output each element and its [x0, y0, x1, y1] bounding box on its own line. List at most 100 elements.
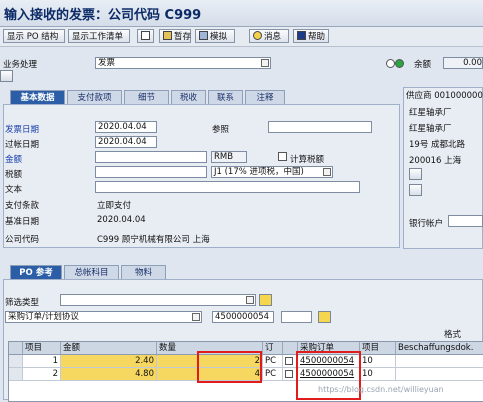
simulate-button[interactable]: 模拟 — [195, 29, 235, 43]
table-cell-item: 2 — [23, 368, 61, 381]
table-cell-amount[interactable]: 4.80 — [61, 368, 157, 381]
dropdown-icon — [323, 168, 331, 176]
payment-terms-label: 支付条款 — [5, 201, 40, 211]
bank-account-field[interactable] — [448, 215, 483, 227]
tab-po-reference-label: PO 参考 — [19, 268, 53, 278]
table-cell-po-item: 10 — [360, 355, 396, 368]
tab-contact-label: 联系 — [216, 93, 234, 103]
application-toolbar: 显示 PO 结构 显示工作清单 暂存 模拟 消息 帮助 — [0, 27, 483, 47]
tab-contact[interactable]: 联系 — [208, 90, 243, 104]
posting-date-field[interactable]: 2020.04.04 — [95, 136, 157, 148]
vendor-info-icon[interactable] — [409, 168, 422, 180]
title-bar: 输入接收的发票：公司代码 C999 — [0, 0, 483, 27]
tab-basic-data-label: 基本数据 — [20, 93, 55, 103]
tab-basic-data[interactable]: 基本数据 — [10, 90, 65, 104]
table-cell-po-item: 10 — [360, 368, 396, 381]
row-checkbox[interactable] — [285, 357, 293, 365]
layout-select[interactable] — [60, 294, 256, 306]
reference-type-value: 采购订单/计划协议 — [8, 312, 79, 322]
layout-label: 筛选类型 — [5, 298, 40, 308]
transaction-select[interactable]: 发票 — [95, 57, 271, 69]
balance-field: 0.00 — [443, 57, 483, 69]
messages-label: 消息 — [264, 32, 282, 42]
format-label: 格式 — [444, 330, 462, 340]
quantity-highlight — [197, 351, 262, 383]
row-selector[interactable] — [9, 355, 23, 368]
balance-label: 余额 — [414, 60, 432, 70]
park-button[interactable]: 暂存 — [159, 29, 191, 43]
calc-tax-label: 计算税额 — [290, 155, 325, 165]
tab-details-label: 细节 — [137, 93, 155, 103]
header-tabs: 基本数据 支付款项 细节 税收 联系 注释 — [10, 90, 400, 104]
messages-button[interactable]: 消息 — [249, 29, 289, 43]
structure-icon-button[interactable] — [137, 29, 154, 43]
col-procurement-doc-header[interactable]: Beschaffungsdok. — [396, 342, 483, 355]
po-execute-icon[interactable] — [318, 311, 331, 323]
po-number-field[interactable]: 4500000054 — [212, 311, 274, 323]
show-worklist-button[interactable]: 显示工作清单 — [68, 29, 130, 43]
baseline-date-label: 基准日期 — [5, 217, 40, 227]
company-code-label: 公司代码 — [5, 235, 40, 245]
status-light-icon — [386, 59, 395, 68]
transaction-value: 发票 — [98, 58, 116, 68]
vendor-print-icon[interactable] — [409, 184, 422, 196]
table-cell-item: 1 — [23, 355, 61, 368]
col-po-item-header[interactable]: 项目 — [360, 342, 396, 355]
tax-label: 税额 — [5, 170, 23, 180]
vendor-street: 19号 成都北路 — [409, 140, 466, 150]
vendor-city: 200016 上海 — [409, 156, 462, 166]
text-field[interactable] — [95, 181, 360, 193]
currency-field[interactable]: RMB — [211, 151, 247, 163]
tax-amount-field[interactable] — [95, 166, 207, 178]
simulate-label: 模拟 — [210, 32, 228, 42]
tab-material-label: 物料 — [134, 268, 152, 278]
amount-field[interactable] — [95, 151, 207, 163]
tab-po-reference[interactable]: PO 参考 — [10, 265, 62, 279]
tab-notes[interactable]: 注释 — [245, 90, 285, 104]
messages-icon — [253, 31, 262, 40]
bank-account-label: 银行帐户 — [409, 219, 444, 229]
col-amount-header[interactable]: 金额 — [61, 342, 157, 355]
tab-tax[interactable]: 税收 — [171, 90, 206, 104]
reference-type-select[interactable]: 采购订单/计划协议 — [5, 311, 202, 323]
layout-execute-icon[interactable] — [259, 294, 272, 306]
status-green-icon — [395, 59, 404, 68]
park-icon — [163, 31, 172, 40]
tax-code-value: J1 (17% 进项税，中国) — [214, 167, 304, 177]
show-po-structure-button[interactable]: 显示 PO 结构 — [3, 29, 65, 43]
tax-code-select[interactable]: J1 (17% 进项税，中国) — [211, 166, 333, 178]
page-title: 输入接收的发票：公司代码 C999 — [4, 8, 202, 23]
table-cell-amount[interactable]: 2.40 — [61, 355, 157, 368]
po-item-field[interactable] — [281, 311, 312, 323]
col-unit-header[interactable]: 订 — [263, 342, 283, 355]
table-cell-unit: PC — [263, 368, 283, 381]
tab-tax-label: 税收 — [179, 93, 197, 103]
vendor-arrow-icon[interactable] — [0, 70, 13, 82]
park-label: 暂存 — [174, 32, 192, 42]
dropdown-icon — [192, 313, 200, 321]
help-button[interactable]: 帮助 — [293, 29, 329, 43]
baseline-date-value: 2020.04.04 — [97, 215, 146, 225]
company-code-value: C999 顾宁机械有限公司 上海 — [97, 235, 210, 245]
tab-payment[interactable]: 支付款项 — [67, 90, 122, 104]
row-checkbox[interactable] — [285, 370, 293, 378]
row-selector[interactable] — [9, 368, 23, 381]
table-cell-procurement-doc — [396, 355, 483, 368]
reference-field[interactable] — [268, 121, 372, 133]
table-cell-unit: PC — [263, 355, 283, 368]
vendor-header: 供应商 0010000000 — [406, 91, 483, 101]
tab-notes-label: 注释 — [256, 93, 274, 103]
tab-material[interactable]: 物料 — [121, 265, 166, 279]
show-po-structure-label: 显示 PO 结构 — [7, 32, 59, 42]
invoice-date-label: 发票日期 — [5, 125, 40, 135]
tab-gl-account[interactable]: 总帐科目 — [64, 265, 119, 279]
tab-details[interactable]: 细节 — [124, 90, 169, 104]
calc-tax-checkbox[interactable] — [278, 152, 287, 161]
row-selector-header[interactable] — [9, 342, 23, 355]
text-label: 文本 — [5, 185, 23, 195]
invoice-date-field[interactable]: 2020.04.04 — [95, 121, 157, 133]
dropdown-icon — [246, 296, 254, 304]
vendor-name-2: 红星轴承厂 — [409, 124, 452, 134]
tab-gl-account-label: 总帐科目 — [74, 268, 109, 278]
col-item-header[interactable]: 项目 — [23, 342, 61, 355]
